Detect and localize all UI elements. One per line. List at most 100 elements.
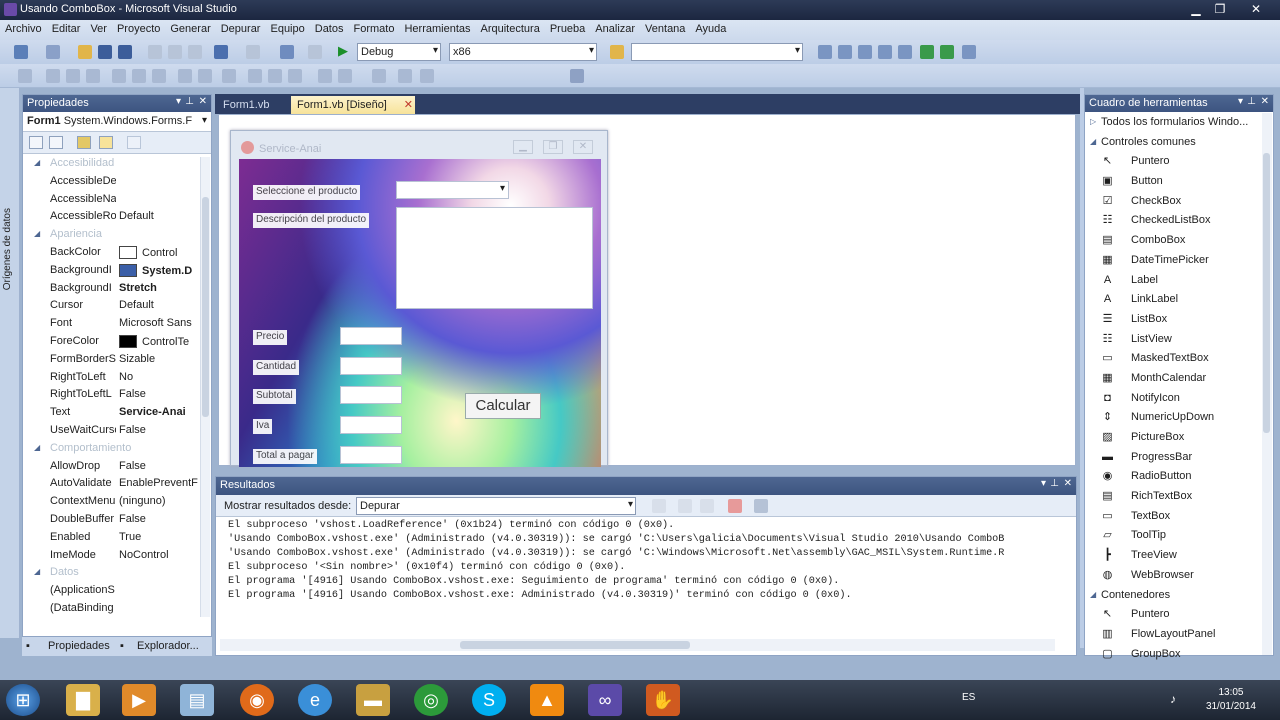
property-value[interactable]: False xyxy=(119,424,199,436)
vlc-taskbar-icon[interactable]: ▲ xyxy=(530,684,564,716)
copy-icon[interactable] xyxy=(168,45,182,59)
next-message-icon[interactable] xyxy=(700,499,714,513)
explorer-taskbar-icon[interactable]: ▇ xyxy=(66,684,100,716)
property-value[interactable]: False xyxy=(119,513,199,525)
menu-ver[interactable]: Ver xyxy=(85,20,112,35)
toolbox-item[interactable]: ▦ DateTimePicker xyxy=(1085,250,1273,270)
property-row[interactable]: Cursor Default xyxy=(23,296,211,314)
start-debugging-icon[interactable]: ▶ xyxy=(338,43,352,58)
property-value[interactable]: NoControl xyxy=(119,549,199,561)
toolbox-item[interactable]: ▭ TextBox xyxy=(1085,506,1273,526)
folder-taskbar-icon[interactable]: ▬ xyxy=(356,684,390,716)
toolbox-item[interactable]: ▭ MaskedTextBox xyxy=(1085,348,1273,368)
label-seleccione[interactable]: Seleccione el producto xyxy=(253,185,361,200)
clock[interactable]: 13:05 31/01/2014 xyxy=(1206,686,1256,714)
toolbox-item[interactable]: ↖ Puntero xyxy=(1085,604,1273,624)
property-category[interactable]: ◢ Comportamiento xyxy=(23,439,211,457)
find-message-icon[interactable] xyxy=(652,499,666,513)
redo-icon[interactable] xyxy=(246,45,260,59)
property-row[interactable]: (DataBinding xyxy=(23,599,211,617)
toolbox-item[interactable]: ┣ TreeView xyxy=(1085,545,1273,565)
total-textbox[interactable] xyxy=(340,446,402,464)
property-value[interactable]: Microsoft Sans xyxy=(119,317,199,329)
property-value[interactable]: False xyxy=(119,388,199,400)
description-textbox[interactable] xyxy=(396,207,593,309)
navigate-forward-icon[interactable] xyxy=(308,45,322,59)
collapse-icon[interactable]: ◢ xyxy=(34,567,40,576)
menu-formato[interactable]: Formato xyxy=(349,20,400,35)
ie-taskbar-icon[interactable]: e xyxy=(298,684,332,716)
align-to-grid-icon[interactable] xyxy=(18,69,32,83)
object-selector[interactable]: Form1 System.Windows.Forms.F ▾ xyxy=(23,112,211,132)
collapse-icon[interactable]: ◢ xyxy=(34,158,40,167)
property-row[interactable]: Text Service-Anai xyxy=(23,403,211,421)
tab-form1-design[interactable]: Form1.vb [Diseño] ✕ xyxy=(291,96,415,114)
product-combobox[interactable]: ▾ xyxy=(396,181,509,199)
auto-hide-icon[interactable]: ⊥ xyxy=(1247,96,1256,107)
tab-order-icon[interactable] xyxy=(570,69,584,83)
label-cantidad[interactable]: Cantidad xyxy=(253,360,300,375)
navigate-back-icon[interactable] xyxy=(280,45,294,59)
command-window-icon[interactable] xyxy=(940,45,954,59)
auto-hide-icon[interactable]: ⊥ xyxy=(1050,478,1059,489)
menu-ventana[interactable]: Ventana xyxy=(640,20,690,35)
horizontal-spacing-icon[interactable] xyxy=(248,69,262,83)
cantidad-textbox[interactable] xyxy=(340,357,402,375)
close-button[interactable]: ✕ xyxy=(1244,1,1268,17)
property-row[interactable]: Font Microsoft Sans xyxy=(23,314,211,332)
make-same-size-icon[interactable] xyxy=(222,69,236,83)
undo-icon[interactable] xyxy=(214,45,228,59)
close-pane-icon[interactable]: ✕ xyxy=(1064,478,1072,489)
solution-platform-select[interactable]: x86 xyxy=(449,43,597,61)
clear-all-icon[interactable] xyxy=(728,499,742,513)
cut-icon[interactable] xyxy=(148,45,162,59)
menu-equipo[interactable]: Equipo xyxy=(265,20,309,35)
auto-hide-icon[interactable]: ⊥ xyxy=(185,96,194,107)
bring-to-front-icon[interactable] xyxy=(420,69,434,83)
property-value[interactable]: Service-Anai xyxy=(119,406,199,418)
form-client-area[interactable]: Seleccione el producto ▾ Descripción del… xyxy=(239,159,601,467)
property-row[interactable]: UseWaitCurso False xyxy=(23,421,211,439)
property-row[interactable]: ContextMenu (ninguno) xyxy=(23,492,211,510)
output-source-select[interactable]: Depurar xyxy=(356,497,636,515)
close-pane-icon[interactable]: ✕ xyxy=(199,96,207,107)
form-designer-window[interactable]: Service-Anai ▁ ❐ ✕ Seleccione el product… xyxy=(230,130,608,467)
size-to-grid-icon[interactable] xyxy=(198,69,212,83)
toolbox-item[interactable]: ▢ GroupBox xyxy=(1085,644,1273,664)
toolbox-item[interactable]: ▦ MonthCalendar xyxy=(1085,368,1273,388)
label-descripcion[interactable]: Descripción del producto xyxy=(253,213,370,228)
maximize-button[interactable]: ❐ xyxy=(1208,1,1232,17)
toolbox-scrollbar[interactable] xyxy=(1262,113,1272,655)
save-all-icon[interactable] xyxy=(118,45,132,59)
chrome-taskbar-icon[interactable]: ◎ xyxy=(414,684,448,716)
property-row[interactable]: ForeColor ControlTe xyxy=(23,332,211,350)
label-subtotal[interactable]: Subtotal xyxy=(253,389,296,404)
pin-icon[interactable]: ▾ xyxy=(176,96,181,107)
firefox-taskbar-icon[interactable]: ◉ xyxy=(240,684,274,716)
center-horizontally-icon[interactable] xyxy=(372,69,386,83)
property-category[interactable]: ◢ Datos xyxy=(23,563,211,581)
remove-spacing-icon[interactable] xyxy=(338,69,352,83)
toolbox-item[interactable]: ☷ CheckedListBox xyxy=(1085,210,1273,230)
label-iva[interactable]: Iva xyxy=(253,419,273,434)
property-value[interactable]: Default xyxy=(119,210,199,222)
property-value[interactable]: Default xyxy=(119,299,199,311)
object-browser-icon[interactable] xyxy=(858,45,872,59)
align-bottoms-icon[interactable] xyxy=(152,69,166,83)
data-sources-tab[interactable]: Orígenes de datos xyxy=(2,208,13,290)
properties-window-icon[interactable] xyxy=(838,45,852,59)
pin-icon[interactable]: ▾ xyxy=(1041,478,1046,489)
collapse-icon[interactable]: ◢ xyxy=(1090,137,1096,146)
property-row[interactable]: AutoValidate EnablePreventF xyxy=(23,474,211,492)
word-wrap-icon[interactable] xyxy=(754,499,768,513)
new-project-icon[interactable] xyxy=(14,45,28,59)
toolbox-item[interactable]: ▱ ToolTip xyxy=(1085,525,1273,545)
property-value[interactable]: False xyxy=(119,460,199,472)
output-text[interactable]: El subproceso 'vshost.LoadReference' (0x… xyxy=(228,519,1063,603)
align-middles-icon[interactable] xyxy=(132,69,146,83)
media-player-taskbar-icon[interactable]: ▶ xyxy=(122,684,156,716)
property-category[interactable]: ◢ Accesibilidad xyxy=(23,154,211,172)
properties-scrollbar[interactable] xyxy=(200,157,210,617)
language-indicator[interactable]: ES xyxy=(962,692,975,703)
toolbox-item[interactable]: ☷ ListView xyxy=(1085,329,1273,349)
